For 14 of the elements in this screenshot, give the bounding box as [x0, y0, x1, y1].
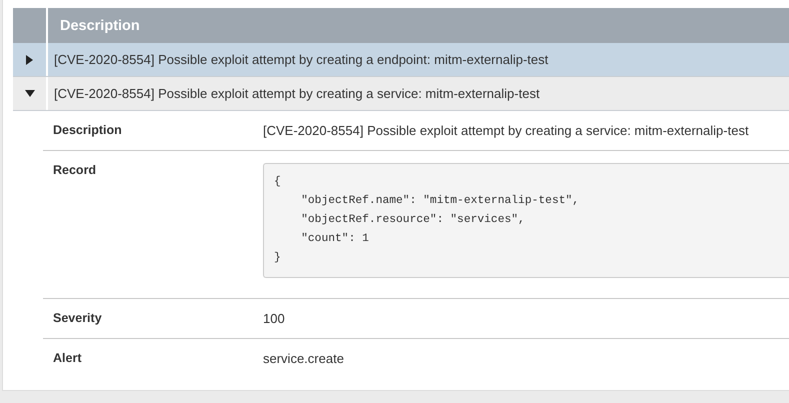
- table-row[interactable]: [CVE-2020-8554] Possible exploit attempt by creating a service: mitm-externalip-test: [13, 77, 789, 111]
- table-cell-text: [CVE-2020-8554] Possible exploit attempt by creating a endpoint: mitm-externalip-test: [53, 51, 548, 69]
- detail-label: Record: [53, 163, 98, 179]
- caret-right-icon[interactable]: [26, 54, 33, 64]
- caret-down-icon[interactable]: [24, 90, 34, 97]
- code-block: { "objectRef.name": "mitm-externalip-test", "objectRef.resource": "services", "count": 1 }: [263, 163, 789, 278]
- detail-value: [CVE-2020-8554] Possible exploit attempt by creating a service: mitm-externalip-test: [263, 123, 750, 138]
- detail-label: Severity: [53, 311, 103, 326]
- detail-value: service.create: [263, 351, 345, 366]
- detail-label: Description: [53, 123, 123, 138]
- detail-value: 100: [263, 311, 286, 326]
- table-cell-text: [CVE-2020-8554] Possible exploit attempt by creating a service: mitm-externalip-test: [53, 85, 540, 103]
- table-row[interactable]: [CVE-2020-8554] Possible exploit attempt by creating a endpoint: mitm-externalip-test: [13, 43, 789, 77]
- detail-label: Alert: [53, 351, 82, 366]
